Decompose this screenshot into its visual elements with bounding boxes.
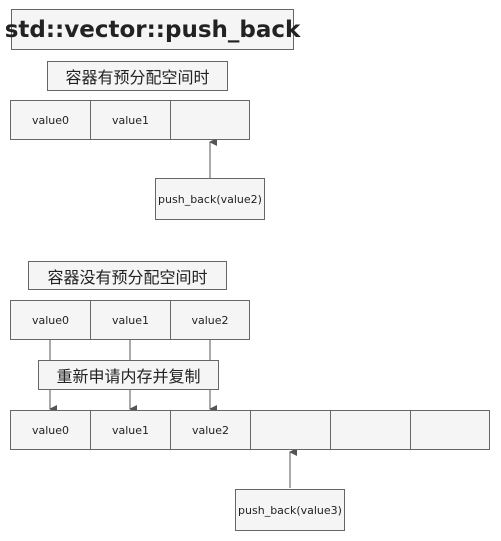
s2-new-cell-1: value1 [90, 410, 171, 450]
s2-new-cell-5 [410, 410, 490, 450]
section2-label: 容器没有预分配空间时 [28, 261, 227, 290]
realloc-label: 重新申请内存并复制 [38, 360, 219, 390]
s2-new-cell-0: value0 [10, 410, 91, 450]
s2-old-cell-0: value0 [10, 300, 91, 340]
s1-cell-0: value0 [10, 100, 91, 140]
s1-cell-1: value1 [90, 100, 171, 140]
s1-push-back-call: push_back(value2) [155, 178, 265, 220]
s2-push-back-call: push_back(value3) [235, 489, 345, 531]
section1-label: 容器有预分配空间时 [47, 61, 228, 91]
s1-cell-2 [170, 100, 250, 140]
s2-old-cell-1: value1 [90, 300, 171, 340]
s2-new-cell-2: value2 [170, 410, 251, 450]
s2-old-cell-2: value2 [170, 300, 250, 340]
s2-new-cell-4 [330, 410, 411, 450]
diagram-title: std::vector::push_back [5, 9, 300, 50]
s2-new-cell-3 [250, 410, 331, 450]
